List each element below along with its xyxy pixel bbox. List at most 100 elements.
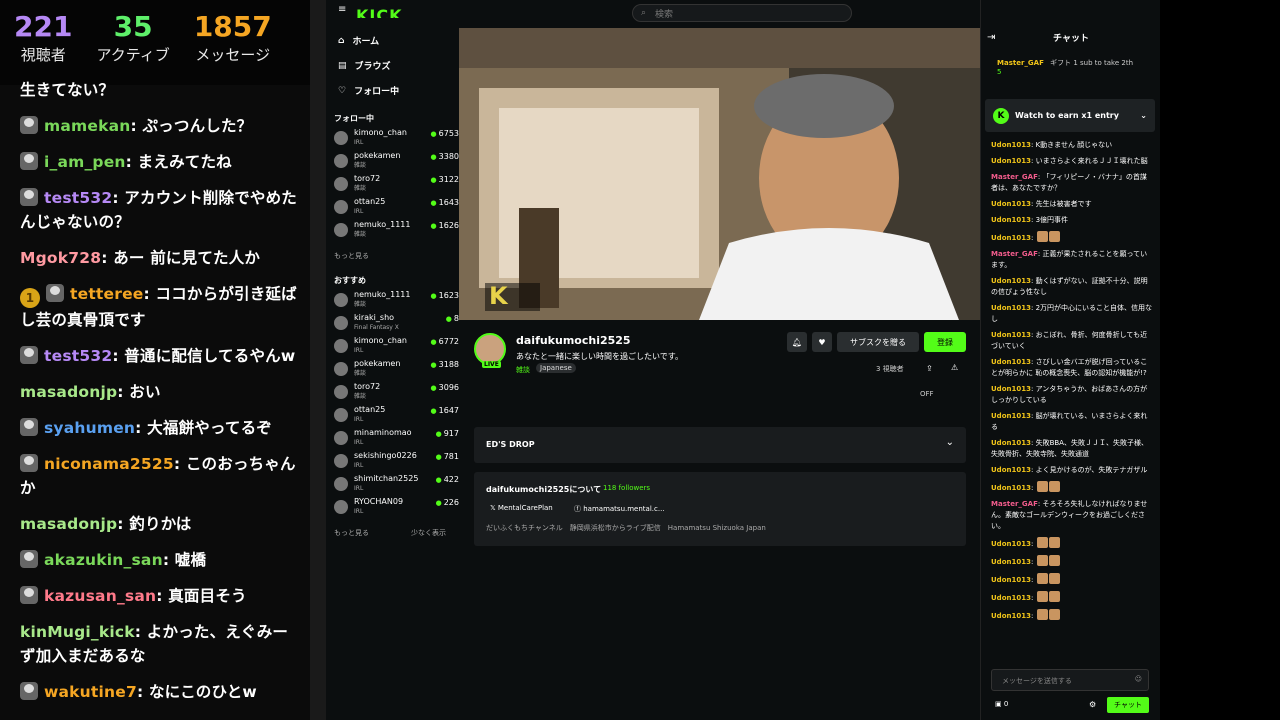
- share-icon[interactable]: ⇪: [926, 364, 933, 373]
- k-logo: K: [489, 282, 508, 310]
- settings-icon[interactable]: ⚙: [1089, 700, 1096, 709]
- chevron-down-icon[interactable]: ⌄: [1140, 111, 1147, 120]
- video-player[interactable]: K: [459, 28, 980, 320]
- overlay-chat-message: akazukin_san: 嘘橋: [20, 548, 298, 572]
- facebook-link[interactable]: ⓕ hamamatsu.mental.c...: [574, 504, 665, 514]
- sidebar-channel[interactable]: pokekamen雑談3380: [334, 151, 459, 174]
- emote-icon: [1048, 591, 1060, 602]
- overlay-chat-text: : 大福餅やってるぞ: [135, 419, 272, 437]
- gift-sub-button[interactable]: サブスクを贈る: [837, 332, 919, 352]
- x-link[interactable]: 𝕏 MentalCarePlan: [490, 504, 553, 512]
- chat-user[interactable]: Udon1013: [991, 558, 1031, 566]
- more-link[interactable]: もっと見る: [334, 251, 369, 261]
- chat-user[interactable]: Udon1013: [991, 439, 1031, 447]
- channel-category: Final Fantasy X: [354, 324, 399, 331]
- follow-button[interactable]: 登録: [924, 332, 966, 352]
- favorite-button[interactable]: ♥: [812, 332, 832, 352]
- kick-logo[interactable]: KICK: [356, 6, 403, 18]
- channel-category: IRL: [354, 347, 364, 354]
- earn-banner[interactable]: K Watch to earn x1 entry ⌄: [985, 99, 1155, 132]
- sub-badge: 1: [20, 288, 40, 308]
- sidebar-channel[interactable]: kimono_chanIRL6772: [334, 336, 459, 359]
- sidebar-channel[interactable]: RYOCHAN09IRL226: [334, 497, 459, 520]
- avatar: [334, 293, 348, 307]
- sidebar-channel[interactable]: kimono_chanIRL6753: [334, 128, 459, 151]
- avatar: [334, 200, 348, 214]
- report-icon[interactable]: ⚠: [951, 363, 958, 372]
- chat-input[interactable]: メッセージを送信する ☺: [991, 669, 1149, 691]
- emoji-icon[interactable]: ☺: [1135, 675, 1142, 683]
- nav-browse[interactable]: ▤ ブラウズ: [334, 53, 459, 78]
- sidebar-channel[interactable]: ottan25IRL1643: [334, 197, 459, 220]
- overlay-chat-message: masadonjp: 釣りかは: [20, 512, 298, 536]
- following-title: フォロー中: [334, 114, 374, 123]
- sidebar-channel[interactable]: pokekamen雑談3188: [334, 359, 459, 382]
- chat-user[interactable]: Master_GAF: [991, 173, 1038, 181]
- sidebar-channel[interactable]: toro72雑談3122: [334, 174, 459, 197]
- sidebar-channel[interactable]: kiraki_sho Final Fantasy X 8: [334, 313, 459, 336]
- chat-user[interactable]: Udon1013: [991, 200, 1031, 208]
- chat-user[interactable]: Udon1013: [991, 540, 1031, 548]
- nav-label: ブラウズ: [354, 62, 391, 72]
- chat-text: : いまさらよく来れるＪＪＩ壊れた脳: [1030, 157, 1148, 165]
- viewer-count: 1623: [431, 291, 459, 300]
- chat-user[interactable]: Udon1013: [991, 412, 1031, 420]
- x-icon: 𝕏: [490, 504, 498, 512]
- sidebar-channel[interactable]: ottan25IRL1647: [334, 405, 459, 428]
- following-more[interactable]: もっと見る: [334, 251, 446, 261]
- chat-user[interactable]: Udon1013: [991, 612, 1031, 620]
- chat-text: :: [1030, 594, 1036, 602]
- chat-user[interactable]: Udon1013: [991, 157, 1031, 165]
- viewer-count: 1643: [431, 198, 459, 207]
- stream-category[interactable]: 雑談: [516, 365, 530, 375]
- emote-icon: [1036, 573, 1048, 584]
- chat-user[interactable]: Udon1013: [991, 576, 1031, 584]
- channel-name[interactable]: daifukumochi2525: [516, 334, 631, 347]
- sidebar-channel[interactable]: toro72雑談3096: [334, 382, 459, 405]
- offline-toggle[interactable]: OFF: [920, 390, 934, 398]
- drops-panel[interactable]: ED'S DROP ⌄: [474, 427, 966, 463]
- chevron-down-icon[interactable]: ⌄: [946, 437, 954, 448]
- chat-user[interactable]: Udon1013: [991, 358, 1031, 366]
- screen: { "overlay":{ "stats":[{"value":"221","l…: [0, 0, 1280, 720]
- sidebar-channel[interactable]: nemuko_1111雑談1626: [334, 220, 459, 243]
- overlay-chat-user: kinMugi_kick: [20, 623, 135, 641]
- overlay-chat-user: i_am_pen: [44, 153, 126, 171]
- sidebar-channel[interactable]: nemuko_1111雑談1623: [334, 290, 459, 313]
- chat-user[interactable]: Udon1013: [991, 594, 1031, 602]
- chat-message: Udon1013: 失敗BBA、失敗ＪＪＩ、失敗子様、失敗骨折、失敗寺院、失敗通…: [991, 438, 1153, 460]
- send-chat-button[interactable]: チャット: [1107, 697, 1149, 713]
- chat-user[interactable]: Master_GAF: [991, 250, 1038, 258]
- search-input[interactable]: ⌕ 検索: [632, 4, 852, 22]
- points-display[interactable]: ▣ 0: [995, 700, 1008, 708]
- chat-user[interactable]: Udon1013: [991, 385, 1031, 393]
- chat-user[interactable]: Udon1013: [991, 304, 1031, 312]
- chat-message: Master_GAF: 「フィリピーノ・バナナ」の首謀者は、あなたですか？: [991, 172, 1153, 194]
- sidebar-channel[interactable]: shimitchan2525IRL422: [334, 474, 459, 497]
- chat-user[interactable]: Udon1013: [991, 466, 1031, 474]
- menu-icon[interactable]: ≡: [338, 4, 346, 15]
- nav-following[interactable]: ♡ フォロー中: [334, 78, 459, 103]
- chat-user[interactable]: Udon1013: [991, 331, 1031, 339]
- chat-panel: ⇥ チャット Master_GAF ギフト 1 sub to take 2th …: [980, 0, 1160, 720]
- viewer-count: 781: [436, 452, 459, 461]
- sidebar-channel[interactable]: sekishingo0226IRL781: [334, 451, 459, 474]
- chat-user[interactable]: Udon1013: [991, 216, 1031, 224]
- chat-user[interactable]: Udon1013: [991, 484, 1031, 492]
- chat-user[interactable]: Udon1013: [991, 277, 1031, 285]
- chat-user[interactable]: Udon1013: [991, 141, 1031, 149]
- less-link[interactable]: 少なく表示: [411, 528, 446, 538]
- more-link[interactable]: もっと見る: [334, 528, 369, 538]
- sidebar-channel[interactable]: minaminomaoIRL917: [334, 428, 459, 451]
- chat-text: :: [1030, 576, 1036, 584]
- viewer-count: 3 視聴者: [876, 365, 904, 373]
- chat-user[interactable]: Udon1013: [991, 234, 1031, 242]
- chat-text: :: [1030, 484, 1036, 492]
- chat-text: : よく見かけるのが、失敗テナガザル: [1030, 466, 1148, 474]
- stream-tag[interactable]: Japanese: [536, 363, 576, 373]
- nav-home[interactable]: ⌂ ホーム: [334, 28, 459, 53]
- heart-icon: ♥: [818, 337, 826, 347]
- notify-button[interactable]: 🔔︎: [787, 332, 807, 352]
- chat-user[interactable]: Master_GAF: [991, 500, 1038, 508]
- avatar: [20, 550, 38, 568]
